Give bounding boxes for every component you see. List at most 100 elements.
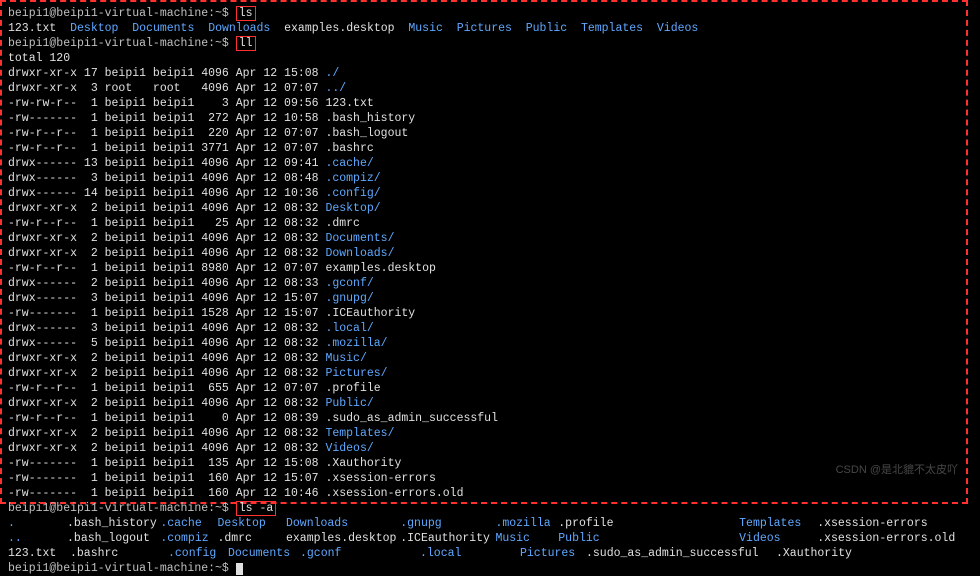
file-entry: .bashrc (70, 546, 168, 561)
ll-row: drwxr-xr-x 2 beipi1 beipi1 4096 Apr 12 0… (8, 201, 960, 216)
cmd-ll: ll (239, 37, 253, 50)
prompt-line-ls[interactable]: beipi1@beipi1-virtual-machine:~$ ls (8, 6, 960, 21)
terminal-window[interactable]: beipi1@beipi1-virtual-machine:~$ ls 123.… (0, 0, 968, 504)
file-entry: Pictures/ (325, 367, 387, 380)
file-entry: examples.desktop (284, 22, 394, 35)
file-entry: .compiz (160, 531, 217, 546)
file-entry: .Xauthority (776, 546, 858, 561)
ll-total: total 120 (8, 51, 960, 66)
shell-prompt: beipi1@beipi1-virtual-machine:~$ (8, 502, 229, 515)
file-entry: Videos/ (325, 442, 373, 455)
ll-row: drwxr-xr-x 3 root root 4096 Apr 12 07:07… (8, 81, 960, 96)
ll-row: drwx------ 14 beipi1 beipi1 4096 Apr 12 … (8, 186, 960, 201)
file-entry: .config (168, 546, 228, 561)
file-entry: Videos (657, 22, 698, 35)
file-entry: .gconf (300, 546, 420, 561)
file-entry: Videos (739, 531, 817, 546)
ll-row: drwx------ 3 beipi1 beipi1 4096 Apr 12 0… (8, 171, 960, 186)
prompt-line-idle[interactable]: beipi1@beipi1-virtual-machine:~$ (8, 561, 960, 576)
file-entry: .sudo_as_admin_successful (586, 546, 776, 561)
ll-row: drwxr-xr-x 2 beipi1 beipi1 4096 Apr 12 0… (8, 231, 960, 246)
highlight-box: ls -a (236, 501, 277, 516)
file-entry: .gconf/ (325, 277, 373, 290)
ll-row: -rw------- 1 beipi1 beipi1 160 Apr 12 10… (8, 486, 960, 501)
ll-row: -rw------- 1 beipi1 beipi1 160 Apr 12 15… (8, 471, 960, 486)
file-entry: . (8, 516, 67, 531)
file-entry: Templates (739, 516, 817, 531)
file-entry: .cache (160, 516, 217, 531)
file-entry: Desktop (70, 22, 118, 35)
ll-row: drwxr-xr-x 2 beipi1 beipi1 4096 Apr 12 0… (8, 366, 960, 381)
ll-row: -rw-r--r-- 1 beipi1 beipi1 655 Apr 12 07… (8, 381, 960, 396)
ll-row: drwx------ 2 beipi1 beipi1 4096 Apr 12 0… (8, 276, 960, 291)
file-entry: .xsession-errors.old (817, 531, 960, 546)
shell-prompt: beipi1@beipi1-virtual-machine:~$ (8, 562, 229, 575)
file-entry: .bash_history (67, 516, 160, 531)
file-entry: .bash_logout (67, 531, 160, 546)
file-entry: .bashrc (325, 142, 373, 155)
file-entry: .local/ (325, 322, 373, 335)
file-entry: Music (495, 531, 558, 546)
ll-output: drwxr-xr-x 17 beipi1 beipi1 4096 Apr 12 … (8, 66, 960, 501)
file-entry: .sudo_as_admin_successful (325, 412, 498, 425)
shell-prompt: beipi1@beipi1-virtual-machine:~$ (8, 7, 229, 20)
cmd-ls: ls (239, 7, 253, 20)
file-entry: .compiz/ (325, 172, 380, 185)
ll-row: drwxr-xr-x 2 beipi1 beipi1 4096 Apr 12 0… (8, 246, 960, 261)
ll-row: -rw-r--r-- 1 beipi1 beipi1 8980 Apr 12 0… (8, 261, 960, 276)
cmd-lsa: ls -a (239, 502, 274, 515)
file-entry: Desktop/ (325, 202, 380, 215)
file-entry: 123.txt (8, 22, 56, 35)
ll-row: -rw-r--r-- 1 beipi1 beipi1 220 Apr 12 07… (8, 126, 960, 141)
file-entry: Music (408, 22, 443, 35)
file-entry: .dmrc (217, 531, 286, 546)
ll-row: drwx------ 13 beipi1 beipi1 4096 Apr 12 … (8, 156, 960, 171)
prompt-line-ll[interactable]: beipi1@beipi1-virtual-machine:~$ ll (8, 36, 960, 51)
file-entry: Documents (228, 546, 300, 561)
file-entry: .gnupg (400, 516, 495, 531)
lsa-row: ...bash_logout.compiz.dmrcexamples.deskt… (8, 531, 960, 546)
file-entry: .bash_logout (325, 127, 408, 140)
ll-row: drwxr-xr-x 2 beipi1 beipi1 4096 Apr 12 0… (8, 441, 960, 456)
file-entry: Downloads (208, 22, 270, 35)
file-entry: examples.desktop (325, 262, 435, 275)
file-entry: Pictures (457, 22, 512, 35)
ll-row: drwxr-xr-x 17 beipi1 beipi1 4096 Apr 12 … (8, 66, 960, 81)
highlight-box: ls (236, 6, 256, 21)
ll-row: drwxr-xr-x 2 beipi1 beipi1 4096 Apr 12 0… (8, 351, 960, 366)
file-entry: Public (526, 22, 567, 35)
file-entry: Pictures (520, 546, 586, 561)
file-entry: .xsession-errors.old (325, 487, 463, 500)
ll-row: drwxr-xr-x 2 beipi1 beipi1 4096 Apr 12 0… (8, 426, 960, 441)
file-entry: .Xauthority (325, 457, 401, 470)
cursor-icon (236, 563, 243, 575)
ll-row: drwx------ 3 beipi1 beipi1 4096 Apr 12 1… (8, 291, 960, 306)
ll-row: -rw------- 1 beipi1 beipi1 135 Apr 12 15… (8, 456, 960, 471)
file-entry: .mozilla/ (325, 337, 387, 350)
file-entry: .. (8, 531, 67, 546)
ll-row: drwxr-xr-x 2 beipi1 beipi1 4096 Apr 12 0… (8, 396, 960, 411)
lsa-output: ..bash_history.cacheDesktopDownloads.gnu… (8, 516, 960, 561)
file-entry: .cache/ (325, 157, 373, 170)
file-entry: .profile (325, 382, 380, 395)
shell-prompt: beipi1@beipi1-virtual-machine:~$ (8, 37, 229, 50)
file-entry: Public (558, 531, 739, 546)
file-entry: Downloads/ (325, 247, 394, 260)
file-entry: ../ (325, 82, 346, 95)
ll-row: drwx------ 3 beipi1 beipi1 4096 Apr 12 0… (8, 321, 960, 336)
ll-row: -rw-r--r-- 1 beipi1 beipi1 0 Apr 12 08:3… (8, 411, 960, 426)
file-entry: .mozilla (495, 516, 558, 531)
file-entry: Music/ (325, 352, 366, 365)
file-entry: ./ (325, 67, 339, 80)
ll-row: drwx------ 5 beipi1 beipi1 4096 Apr 12 0… (8, 336, 960, 351)
lsa-row: 123.txt.bashrc.configDocuments.gconf.loc… (8, 546, 960, 561)
file-entry: .ICEauthority (325, 307, 415, 320)
file-entry: .dmrc (325, 217, 360, 230)
file-entry: Templates (581, 22, 643, 35)
prompt-line-lsa[interactable]: beipi1@beipi1-virtual-machine:~$ ls -a (8, 501, 960, 516)
highlight-box: ll (236, 36, 256, 51)
file-entry: Documents/ (325, 232, 394, 245)
ll-row: -rw------- 1 beipi1 beipi1 1528 Apr 12 1… (8, 306, 960, 321)
file-entry: Public/ (325, 397, 373, 410)
file-entry: .gnupg/ (325, 292, 373, 305)
